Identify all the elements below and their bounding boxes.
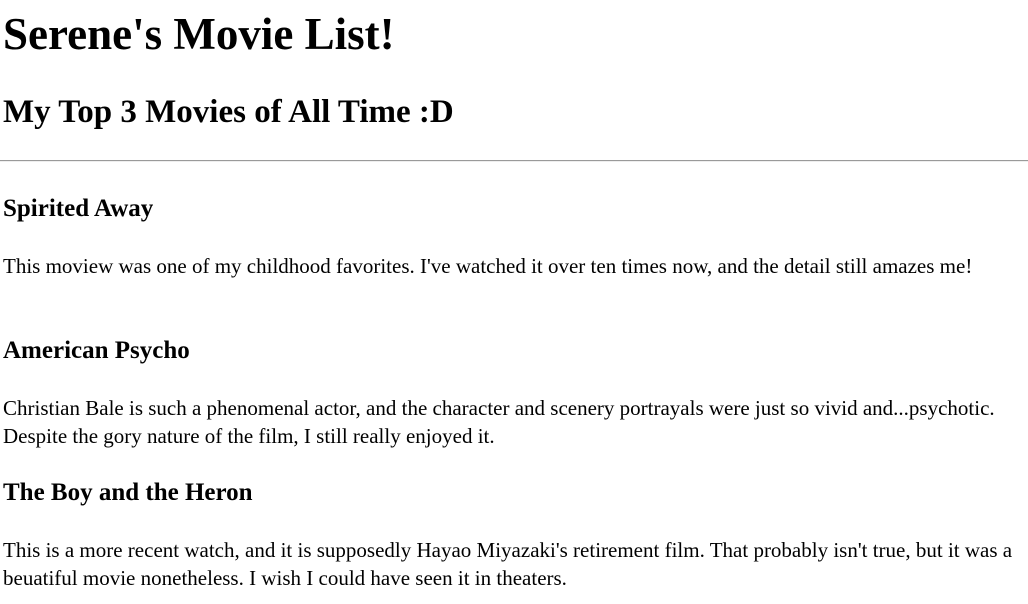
movie-title: The Boy and the Heron <box>3 479 253 506</box>
page-subtitle: My Top 3 Movies of All Time :D <box>3 94 454 130</box>
movie-review: Christian Bale is such a phenomenal acto… <box>3 396 995 448</box>
movie-entry-the-boy-and-the-heron: The Boy and the Heron This is a more rec… <box>3 478 1013 592</box>
page: Serene's Movie List! My Top 3 Movies of … <box>0 0 1028 604</box>
divider <box>0 160 1028 162</box>
movie-entry-spirited-away: Spirited Away This moview was one of my … <box>3 194 1013 280</box>
movie-entry-american-psycho: American Psycho Christian Bale is such a… <box>3 336 1013 450</box>
movie-title: American Psycho <box>3 337 190 364</box>
movie-review: This is a more recent watch, and it is s… <box>3 538 1013 590</box>
movie-title: Spirited Away <box>3 195 154 222</box>
movie-review: This moview was one of my childhood favo… <box>3 254 973 278</box>
page-title: Serene's Movie List! <box>3 9 395 59</box>
